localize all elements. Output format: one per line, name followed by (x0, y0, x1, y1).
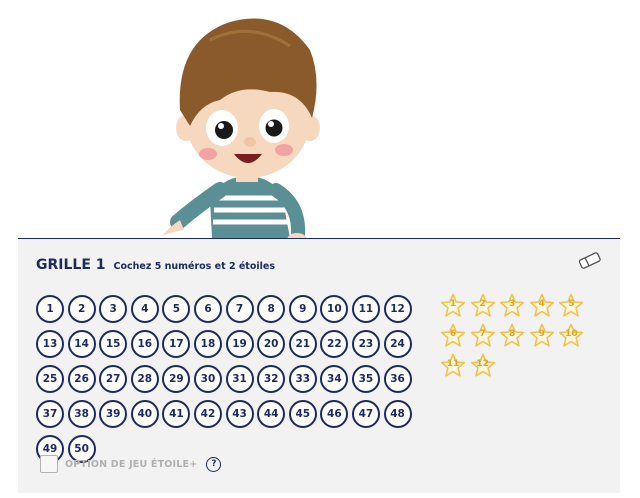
star-button[interactable]: 9 (529, 323, 555, 349)
number-ball[interactable]: 37 (36, 400, 64, 428)
number-ball[interactable]: 3 (99, 295, 128, 323)
star-number: 5 (568, 299, 575, 309)
number-ball[interactable]: 29 (162, 365, 191, 393)
star-number: 7 (479, 329, 486, 339)
number-ball[interactable]: 24 (383, 330, 412, 358)
number-ball[interactable]: 42 (193, 400, 222, 428)
star-number: 10 (565, 329, 578, 339)
star-number: 1 (449, 299, 457, 309)
star-plus-option: OPTION DE JEU ÉTOILE+ ? (40, 455, 222, 473)
star-button[interactable]: 8 (499, 323, 525, 349)
number-ball[interactable]: 15 (99, 330, 128, 358)
number-ball[interactable]: 23 (351, 330, 380, 358)
number-ball[interactable]: 27 (99, 365, 128, 393)
boy-pointing-icon (162, 18, 320, 247)
number-ball[interactable]: 32 (257, 365, 286, 393)
star-button[interactable]: 11 (440, 353, 466, 379)
star-button[interactable]: 6 (440, 323, 466, 349)
number-ball[interactable]: 5 (162, 295, 191, 323)
number-ball[interactable]: 9 (288, 295, 317, 323)
number-ball[interactable]: 43 (225, 400, 254, 428)
number-ball[interactable]: 18 (193, 330, 222, 358)
star-button[interactable]: 5 (558, 293, 584, 319)
help-icon[interactable]: ? (206, 456, 222, 472)
number-ball[interactable]: 11 (351, 295, 380, 323)
star-number: 3 (509, 299, 516, 309)
star-button[interactable]: 12 (470, 353, 496, 379)
mascot-illustration (150, 0, 340, 250)
number-ball[interactable]: 36 (383, 365, 412, 393)
number-ball[interactable]: 35 (351, 365, 380, 393)
number-ball[interactable]: 47 (351, 400, 380, 428)
number-ball[interactable]: 21 (288, 330, 317, 358)
star-plus-checkbox[interactable] (40, 455, 58, 473)
number-ball[interactable]: 14 (67, 330, 96, 358)
star-button[interactable]: 2 (470, 293, 496, 319)
number-ball[interactable]: 2 (67, 295, 96, 323)
star-number: 12 (476, 359, 489, 369)
number-ball[interactable]: 44 (257, 400, 286, 428)
number-ball[interactable]: 13 (36, 330, 64, 358)
star-button[interactable]: 4 (529, 293, 555, 319)
star-number: 6 (449, 329, 457, 339)
eraser-icon[interactable] (576, 251, 604, 271)
number-ball[interactable]: 46 (320, 400, 349, 428)
number-ball[interactable]: 17 (162, 330, 191, 358)
star-button[interactable]: 10 (558, 323, 584, 349)
number-ball[interactable]: 30 (193, 365, 222, 393)
number-ball[interactable]: 40 (130, 400, 159, 428)
number-ball[interactable]: 16 (130, 330, 159, 358)
number-ball[interactable]: 31 (225, 365, 254, 393)
number-ball[interactable]: 1 (36, 295, 64, 323)
star-number: 4 (538, 299, 545, 309)
grid-title: GRILLE 1 (36, 257, 106, 273)
star-grid: 1 2 3 4 5 6 7 8 9 10 11 12 (440, 293, 590, 379)
grid-header: GRILLE 1 Cochez 5 numéros et 2 étoiles (36, 257, 275, 273)
number-ball[interactable]: 28 (130, 365, 159, 393)
number-ball[interactable]: 7 (225, 295, 254, 323)
number-ball[interactable]: 45 (288, 400, 317, 428)
number-ball[interactable]: 6 (193, 295, 222, 323)
star-number: 2 (479, 299, 486, 309)
star-plus-label: OPTION DE JEU ÉTOILE+ (65, 458, 198, 470)
star-button[interactable]: 7 (470, 323, 496, 349)
star-number: 8 (509, 329, 516, 339)
number-ball[interactable]: 38 (67, 400, 96, 428)
star-number: 9 (538, 329, 545, 339)
number-ball[interactable]: 26 (67, 365, 96, 393)
number-ball[interactable]: 8 (257, 295, 286, 323)
number-ball[interactable]: 33 (288, 365, 317, 393)
number-ball[interactable]: 19 (225, 330, 254, 358)
star-button[interactable]: 1 (440, 293, 466, 319)
number-ball[interactable]: 10 (320, 295, 349, 323)
number-ball[interactable]: 4 (130, 295, 159, 323)
number-ball[interactable]: 41 (162, 400, 191, 428)
star-button[interactable]: 3 (499, 293, 525, 319)
star-number: 11 (446, 359, 460, 369)
number-ball[interactable]: 22 (320, 330, 349, 358)
number-grid: 1 2 3 4 5 6 7 8 9 10 11 12 13 14 15 16 17 18 19 20 21 22 23 24 2… (36, 295, 416, 463)
number-ball[interactable]: 12 (383, 295, 412, 323)
lottery-grid-card: GRILLE 1 Cochez 5 numéros et 2 étoiles 1… (18, 238, 620, 493)
number-ball[interactable]: 34 (320, 365, 349, 393)
grid-hint: Cochez 5 numéros et 2 étoiles (113, 261, 275, 272)
number-ball[interactable]: 48 (383, 400, 412, 428)
number-ball[interactable]: 39 (99, 400, 128, 428)
number-ball[interactable]: 20 (257, 330, 286, 358)
number-ball[interactable]: 25 (36, 365, 64, 393)
